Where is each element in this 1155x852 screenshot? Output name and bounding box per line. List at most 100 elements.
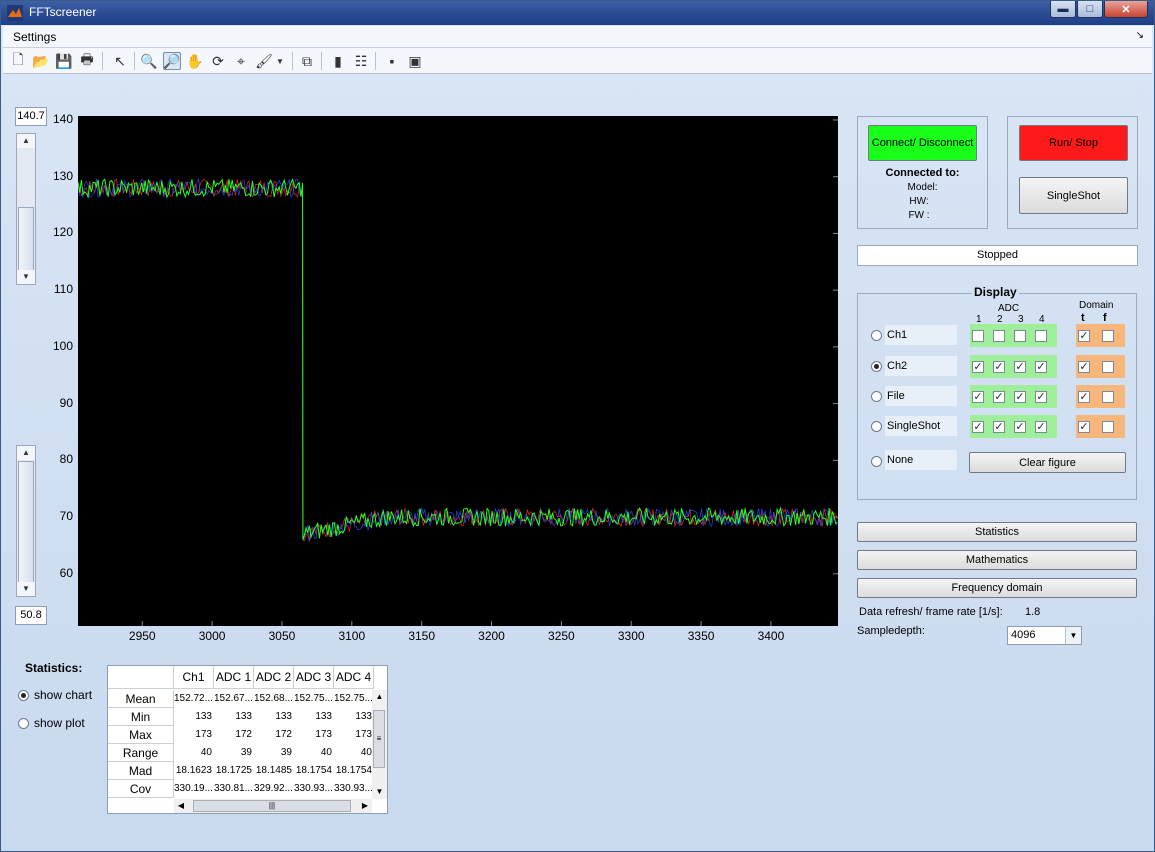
adc-checkbox[interactable]: ✓: [1014, 421, 1026, 433]
table-cell[interactable]: 18.1623: [174, 762, 214, 780]
show-plot-radio[interactable]: [18, 718, 29, 729]
chevron-down-icon[interactable]: ▼: [1065, 627, 1081, 644]
open-folder-icon[interactable]: 📂: [32, 52, 50, 70]
show-plot-tools-icon[interactable]: ▣: [406, 52, 424, 70]
colorbar-icon[interactable]: ▮: [329, 52, 347, 70]
data-cursor-icon[interactable]: ⌖: [232, 52, 250, 70]
table-horizontal-scrollbar[interactable]: ◀ ||| ▶: [174, 799, 372, 813]
close-button[interactable]: ✕: [1104, 1, 1148, 18]
table-cell[interactable]: 172: [214, 726, 254, 744]
adc-checkbox[interactable]: [1014, 330, 1026, 342]
zoom-in-icon[interactable]: 🔍: [140, 52, 158, 70]
mathematics-button[interactable]: Mathematics: [857, 550, 1137, 570]
table-cell[interactable]: 18.1485: [254, 762, 294, 780]
scroll-up-arrow-icon[interactable]: ▲: [372, 690, 387, 704]
adc-checkbox[interactable]: ✓: [993, 391, 1005, 403]
table-cell[interactable]: 133: [254, 708, 294, 726]
new-file-icon[interactable]: 🗋: [9, 51, 27, 70]
table-cell[interactable]: 173: [334, 726, 374, 744]
table-cell[interactable]: 133: [174, 708, 214, 726]
scroll-down-arrow-icon[interactable]: ▼: [372, 785, 387, 799]
table-cell[interactable]: 18.1754: [334, 762, 374, 780]
table-cell[interactable]: 18.1754: [294, 762, 334, 780]
vertical-scroll-thumb[interactable]: ≡: [373, 710, 385, 768]
table-cell[interactable]: 39: [254, 744, 294, 762]
table-cell[interactable]: 173: [294, 726, 334, 744]
table-cell[interactable]: 40: [334, 744, 374, 762]
pointer-icon[interactable]: ↖: [111, 52, 129, 70]
statistics-button[interactable]: Statistics: [857, 522, 1137, 542]
table-cell[interactable]: 152.72...: [174, 690, 214, 708]
adc-checkbox[interactable]: ✓: [1014, 361, 1026, 373]
adc-checkbox[interactable]: ✓: [1035, 391, 1047, 403]
adc-checkbox[interactable]: ✓: [972, 361, 984, 373]
show-chart-radio[interactable]: [18, 690, 29, 701]
domain-f-checkbox[interactable]: [1102, 330, 1114, 342]
dock-arrow-icon[interactable]: ↘: [1136, 30, 1144, 41]
table-cell[interactable]: 40: [294, 744, 334, 762]
table-cell[interactable]: 330.81...: [214, 780, 254, 798]
domain-t-checkbox[interactable]: ✓: [1078, 330, 1090, 342]
link-plot-icon[interactable]: ⧉: [298, 52, 316, 70]
table-cell[interactable]: 330.93...: [334, 780, 374, 798]
adc-checkbox[interactable]: ✓: [1035, 421, 1047, 433]
table-cell[interactable]: 172: [254, 726, 294, 744]
adc-checkbox[interactable]: ✓: [1014, 391, 1026, 403]
singleshot-button[interactable]: SingleShot: [1019, 177, 1128, 214]
adc-checkbox[interactable]: ✓: [993, 361, 1005, 373]
table-cell[interactable]: 152.75...: [334, 690, 374, 708]
table-cell[interactable]: 329.92...: [254, 780, 294, 798]
adc-checkbox[interactable]: [972, 330, 984, 342]
rotate-3d-icon[interactable]: ⟳: [209, 52, 227, 70]
slider-down-arrow-icon[interactable]: ▼: [17, 582, 35, 596]
table-cell[interactable]: 39: [214, 744, 254, 762]
menu-settings[interactable]: Settings: [13, 30, 56, 44]
minimize-button[interactable]: ▬: [1050, 1, 1076, 18]
pan-hand-icon[interactable]: ✋: [186, 52, 204, 70]
connect-disconnect-button[interactable]: Connect/ Disconnect: [868, 125, 977, 161]
table-cell[interactable]: 152.75...: [294, 690, 334, 708]
domain-t-checkbox[interactable]: ✓: [1078, 361, 1090, 373]
print-icon[interactable]: 🖶: [78, 51, 96, 70]
source-radio-1[interactable]: [871, 361, 882, 372]
table-column-header[interactable]: Ch1: [174, 666, 214, 689]
domain-t-checkbox[interactable]: ✓: [1078, 391, 1090, 403]
adc-checkbox[interactable]: ✓: [972, 421, 984, 433]
source-radio-3[interactable]: [871, 421, 882, 432]
none-radio[interactable]: [871, 456, 882, 467]
y-max-slider[interactable]: ▲ ▼: [16, 133, 36, 285]
source-radio-2[interactable]: [871, 391, 882, 402]
maximize-button[interactable]: □: [1077, 1, 1103, 18]
table-cell[interactable]: 133: [294, 708, 334, 726]
horizontal-scroll-thumb[interactable]: |||: [193, 800, 351, 812]
source-radio-0[interactable]: [871, 330, 882, 341]
clear-figure-button[interactable]: Clear figure: [969, 452, 1126, 473]
table-vertical-scrollbar[interactable]: ▲ ≡ ▼: [372, 690, 387, 799]
slider-up-arrow-icon[interactable]: ▲: [17, 134, 35, 148]
scroll-right-arrow-icon[interactable]: ▶: [358, 799, 372, 813]
hide-plot-tools-icon[interactable]: ▪: [383, 52, 401, 70]
domain-t-checkbox[interactable]: ✓: [1078, 421, 1090, 433]
zoom-out-icon[interactable]: 🔎: [163, 52, 181, 70]
table-cell[interactable]: 330.93...: [294, 780, 334, 798]
table-column-header[interactable]: ADC 2: [254, 666, 294, 689]
table-cell[interactable]: 152.68...: [254, 690, 294, 708]
domain-f-checkbox[interactable]: [1102, 391, 1114, 403]
legend-icon[interactable]: ☷: [352, 52, 370, 70]
adc-checkbox[interactable]: ✓: [972, 391, 984, 403]
table-cell[interactable]: 40: [174, 744, 214, 762]
save-icon[interactable]: 💾: [55, 52, 73, 70]
scroll-left-arrow-icon[interactable]: ◀: [174, 799, 188, 813]
adc-checkbox[interactable]: [1035, 330, 1047, 342]
table-cell[interactable]: 152.67...: [214, 690, 254, 708]
adc-checkbox[interactable]: ✓: [1035, 361, 1047, 373]
table-cell[interactable]: 133: [214, 708, 254, 726]
adc-checkbox[interactable]: ✓: [993, 421, 1005, 433]
run-stop-button[interactable]: Run/ Stop: [1019, 125, 1128, 161]
domain-f-checkbox[interactable]: [1102, 361, 1114, 373]
y-min-input[interactable]: 50.8: [15, 606, 47, 625]
sampledepth-select[interactable]: 4096 ▼: [1007, 626, 1082, 645]
signal-plot[interactable]: [77, 116, 838, 626]
table-cell[interactable]: 330.19...: [174, 780, 214, 798]
table-cell[interactable]: 173: [174, 726, 214, 744]
